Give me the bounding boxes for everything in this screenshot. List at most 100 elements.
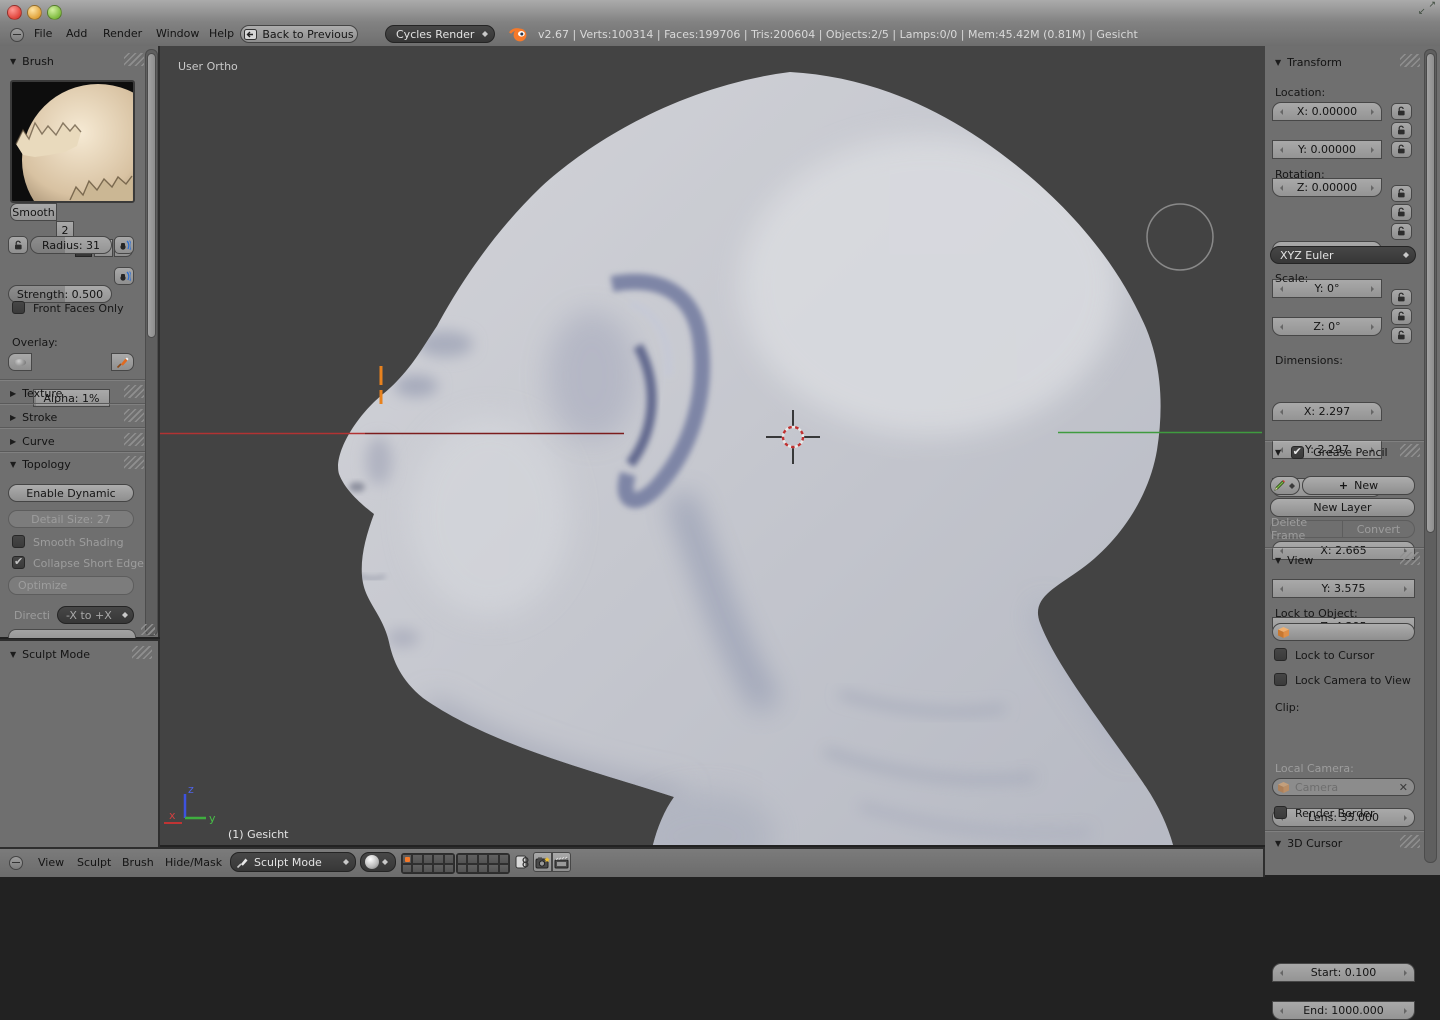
clip-start-field[interactable]: Start: 0.100: [1272, 963, 1415, 982]
collapse-short-edge-checkbox[interactable]: [12, 556, 25, 569]
scrollbar-thumb[interactable]: [1426, 53, 1435, 533]
unified-radius-lock-button[interactable]: [8, 236, 28, 254]
menu-sculpt[interactable]: Sculpt: [77, 856, 111, 869]
front-faces-only-checkbox[interactable]: [12, 301, 25, 314]
render-border-checkbox[interactable]: [1274, 806, 1287, 819]
brush-radius-slider[interactable]: Radius: 31: [30, 236, 112, 254]
panel-drag-grip[interactable]: [124, 409, 144, 422]
detail-size-slider[interactable]: Detail Size: 27: [8, 510, 134, 528]
lock-location-z-button[interactable]: [1391, 141, 1412, 158]
lock-rotation-y-button[interactable]: [1391, 204, 1412, 221]
brush-preview[interactable]: [10, 80, 135, 203]
zoom-window-icon[interactable]: [47, 5, 62, 20]
dimension-y-field[interactable]: Y: 3.575: [1272, 579, 1415, 598]
opengl-render-button[interactable]: [533, 852, 552, 872]
lock-rotation-z-button[interactable]: [1391, 223, 1412, 240]
menu-file[interactable]: File: [34, 27, 52, 40]
axis-x-label: x: [169, 809, 176, 822]
overlay-brush-toggle[interactable]: [111, 353, 134, 371]
close-window-icon[interactable]: [7, 5, 22, 20]
layers-block-1[interactable]: [401, 853, 455, 874]
3d-viewport[interactable]: z y x User Ortho (1) Gesicht: [160, 46, 1265, 845]
back-to-previous-button[interactable]: Back to Previous: [240, 25, 358, 43]
grease-pencil-checkbox[interactable]: [1291, 446, 1304, 459]
lock-scale-y-button[interactable]: [1391, 308, 1412, 325]
panel-drag-grip[interactable]: [1400, 835, 1420, 848]
minimize-window-icon[interactable]: [27, 5, 42, 20]
location-y-field[interactable]: Y: 0.00000: [1272, 140, 1382, 159]
topology-panel-header[interactable]: Topology: [10, 458, 71, 471]
overlay-visibility-toggle[interactable]: [8, 353, 32, 371]
clear-icon[interactable]: ✕: [1399, 781, 1408, 794]
menu-hide-mask[interactable]: Hide/Mask: [165, 856, 222, 869]
editor-type-menu-icon[interactable]: [10, 28, 24, 42]
panel-drag-grip[interactable]: [1400, 54, 1420, 67]
panel-drag-grip[interactable]: [124, 456, 144, 469]
menu-view[interactable]: View: [38, 856, 64, 869]
lock-location-y-button[interactable]: [1391, 122, 1412, 139]
menu-render[interactable]: Render: [103, 27, 142, 40]
lock-to-cursor-checkbox[interactable]: [1274, 648, 1287, 661]
rotation-mode-select[interactable]: XYZ Euler: [1270, 246, 1416, 264]
menu-brush[interactable]: Brush: [122, 856, 154, 869]
rotation-z-field[interactable]: Z: 0°: [1272, 317, 1382, 336]
local-camera-field[interactable]: Camera ✕: [1272, 778, 1415, 796]
transform-panel-header[interactable]: Transform: [1275, 56, 1342, 69]
smooth-shading-checkbox[interactable]: [12, 535, 25, 548]
view-panel-header[interactable]: View: [1275, 554, 1313, 567]
brush-strength-slider[interactable]: Strength: 0.500: [8, 285, 112, 303]
layers-block-2[interactable]: [456, 853, 510, 874]
radius-pressure-button[interactable]: [114, 236, 134, 254]
texture-panel-header[interactable]: Texture: [10, 387, 62, 400]
sculpt-mode-panel-header[interactable]: Sculpt Mode: [10, 648, 90, 661]
properties-scrollbar[interactable]: [1424, 49, 1437, 863]
menu-window[interactable]: Window: [156, 27, 199, 40]
brush-name-field[interactable]: Smooth: [10, 203, 57, 221]
grease-pencil-new-button[interactable]: + New: [1302, 476, 1415, 495]
menu-help[interactable]: Help: [209, 27, 234, 40]
optimize-button[interactable]: Optimize: [8, 576, 134, 595]
clipped-widget[interactable]: [8, 629, 136, 638]
menu-add[interactable]: Add: [66, 27, 87, 40]
new-layer-button[interactable]: New Layer: [1270, 498, 1415, 517]
panel-drag-grip[interactable]: [1400, 444, 1420, 457]
symmetry-direction-select[interactable]: -X to +X: [57, 606, 134, 624]
scale-x-field[interactable]: X: 2.297: [1272, 402, 1382, 421]
brush-panel-header[interactable]: Brush: [10, 55, 54, 68]
overlay-icon: [14, 359, 26, 366]
clip-end-field[interactable]: End: 1000.000: [1272, 1001, 1415, 1020]
panel-drag-grip[interactable]: [124, 433, 144, 446]
lock-to-scene-button[interactable]: [512, 852, 532, 872]
render-engine-select[interactable]: Cycles Render: [385, 25, 495, 43]
window-resize-icon[interactable]: ↗↙: [1418, 1, 1436, 19]
panel-drag-grip[interactable]: [124, 385, 144, 398]
lock-scale-x-button[interactable]: [1391, 289, 1412, 306]
lock-scale-z-button[interactable]: [1391, 327, 1412, 344]
view-name-label: User Ortho: [178, 60, 238, 73]
convert-button[interactable]: Convert: [1342, 520, 1415, 538]
lock-to-object-field[interactable]: [1272, 623, 1415, 641]
stroke-panel-header[interactable]: Stroke: [10, 411, 57, 424]
editor-type-menu-icon[interactable]: [9, 856, 23, 870]
region-resize-grip[interactable]: [141, 624, 155, 635]
location-x-field[interactable]: X: 0.00000: [1272, 102, 1382, 121]
layer-1-active[interactable]: [402, 854, 412, 864]
3d-cursor-panel-header[interactable]: 3D Cursor: [1275, 837, 1342, 850]
enable-dynamic-button[interactable]: Enable Dynamic: [8, 484, 134, 502]
tool-shelf-scrollbar[interactable]: [145, 49, 158, 636]
lock-camera-to-view-checkbox[interactable]: [1274, 673, 1287, 686]
interaction-mode-select[interactable]: Sculpt Mode: [230, 852, 356, 872]
opengl-render-animation-button[interactable]: [552, 852, 571, 872]
strength-pressure-button[interactable]: [114, 267, 134, 285]
lock-location-x-button[interactable]: [1391, 103, 1412, 120]
panel-drag-grip[interactable]: [124, 53, 144, 66]
curve-panel-header[interactable]: Curve: [10, 435, 55, 448]
grease-pencil-panel-header[interactable]: Grease Pencil: [1275, 446, 1388, 459]
lock-rotation-x-button[interactable]: [1391, 185, 1412, 202]
grease-pencil-draw-select[interactable]: [1270, 476, 1300, 495]
matcap-shading-select[interactable]: [360, 852, 396, 872]
panel-drag-grip[interactable]: [1400, 552, 1420, 565]
panel-drag-grip[interactable]: [132, 646, 152, 659]
scrollbar-thumb[interactable]: [147, 53, 156, 338]
delete-frame-button[interactable]: Delete Frame: [1270, 520, 1343, 538]
